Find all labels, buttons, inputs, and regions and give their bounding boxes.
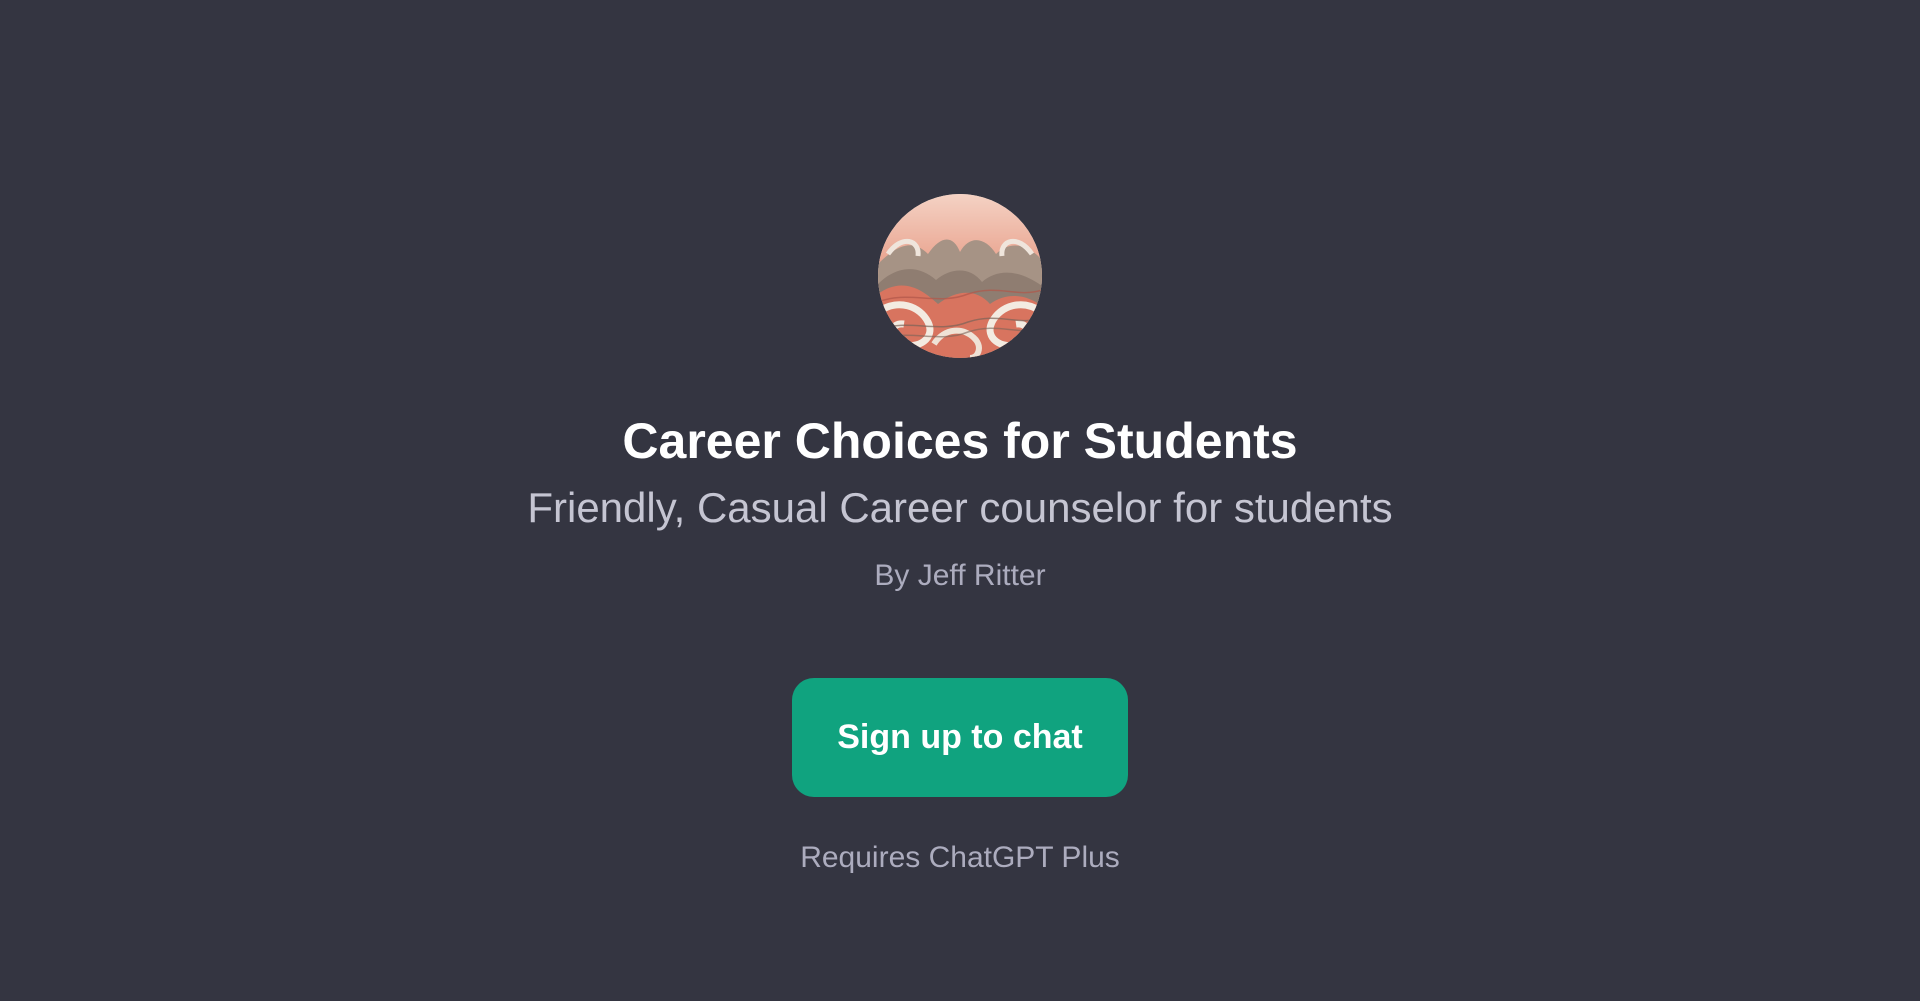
- gpt-description: Friendly, Casual Career counselor for st…: [527, 484, 1393, 531]
- gpt-landing-page: Career Choices for Students Friendly, Ca…: [0, 0, 1920, 1001]
- sign-up-button[interactable]: Sign up to chat: [792, 678, 1128, 797]
- sign-up-button-label: Sign up to chat: [837, 718, 1083, 756]
- plus-requirement-note: Requires ChatGPT Plus: [800, 841, 1120, 874]
- gpt-title: Career Choices for Students: [622, 413, 1298, 469]
- gpt-author: By Jeff Ritter: [874, 559, 1046, 592]
- abstract-waves-artwork-icon: [878, 194, 1042, 358]
- gpt-avatar: [878, 194, 1042, 358]
